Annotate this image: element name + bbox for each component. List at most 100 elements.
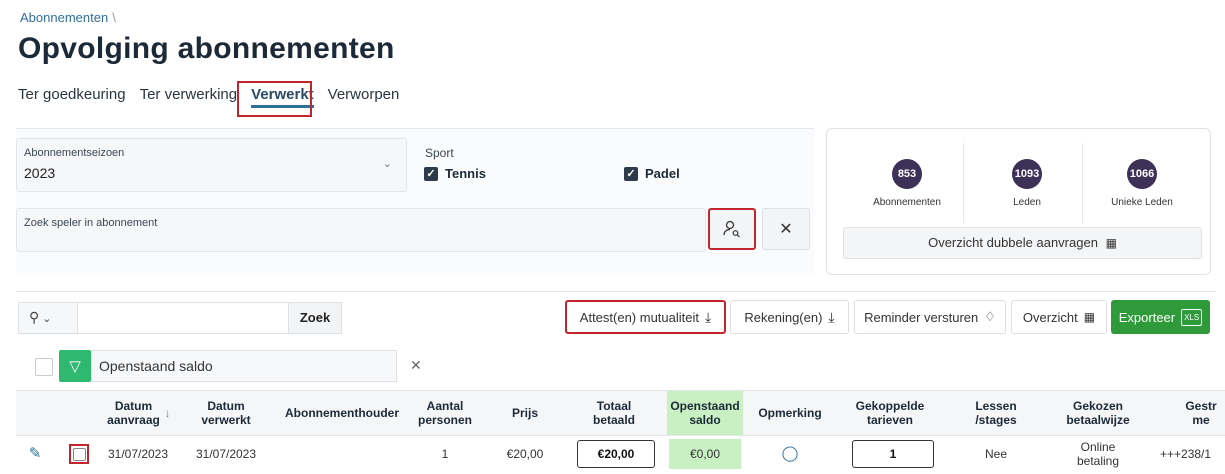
col-label: Abonnementhouder bbox=[285, 406, 399, 420]
col-gestr-me[interactable]: Gestr me bbox=[1166, 391, 1225, 435]
col-label: Gekoppelde tarieven bbox=[855, 399, 925, 427]
cell-lessen-stages: Nee bbox=[984, 447, 1007, 461]
dubbel-label: Overzicht dubbele aanvragen bbox=[928, 235, 1098, 250]
chevron-down-icon: ⌄ bbox=[382, 158, 392, 170]
stat-label: Leden bbox=[1013, 197, 1041, 208]
attest-label: Attest(en) mutualiteit bbox=[579, 309, 699, 325]
cell-gekoppelde-tarieven: 1 bbox=[848, 434, 938, 474]
cell-prijs: €20,00 bbox=[506, 447, 544, 461]
tarieven-count-box[interactable]: 1 bbox=[852, 440, 934, 468]
tab-bar: Ter goedkeuring Ter verwerking Verwerkt … bbox=[18, 86, 399, 108]
breadcrumb: Abonnementen \ bbox=[20, 10, 116, 25]
download-icon: ⤓ bbox=[705, 308, 712, 325]
season-select[interactable]: Abonnementseizoen 2023 ⌄ bbox=[16, 138, 407, 192]
season-value: 2023 bbox=[24, 165, 56, 181]
tab-ter-verwerking[interactable]: Ter verwerking bbox=[140, 86, 238, 108]
col-gekoppelde-tarieven[interactable]: Gekoppelde tarieven bbox=[844, 391, 936, 435]
overzicht-button[interactable]: Overzicht ▦ bbox=[1011, 300, 1107, 334]
cell-abonnementhouder bbox=[276, 434, 408, 474]
page-title: Opvolging abonnementen bbox=[18, 32, 395, 65]
xls-file-icon: XLS bbox=[1181, 308, 1203, 326]
table-header: Datum aanvraag ↓ Datum verwerkt Abonnemen… bbox=[16, 390, 1225, 436]
openstaand-saldo-value: €0,00 bbox=[669, 439, 741, 469]
col-datum-aanvraag[interactable]: Datum aanvraag ↓ bbox=[100, 391, 176, 435]
col-lessen-stages[interactable]: Lessen /stages bbox=[960, 391, 1032, 435]
active-filter-chip[interactable]: Openstaand saldo bbox=[91, 350, 397, 382]
col-gekozen-betaalwijze[interactable]: Gekozen betaalwijze bbox=[1052, 391, 1144, 435]
player-search-label: Zoek speler in abonnement bbox=[24, 217, 158, 229]
stats-panel: 853 Abonnementen 1093 Leden 1066 Unieke … bbox=[826, 128, 1211, 275]
col-label: Lessen /stages bbox=[975, 399, 1017, 427]
sort-icon: ↓ bbox=[164, 406, 171, 420]
search-icon: ⚲ bbox=[29, 309, 40, 325]
reminder-button[interactable]: Reminder versturen ♢ bbox=[854, 300, 1006, 334]
close-icon: ✕ bbox=[779, 221, 793, 238]
search-type-dropdown[interactable]: ⚲ ⌄ bbox=[18, 302, 78, 334]
zoek-button[interactable]: Zoek bbox=[288, 302, 342, 334]
filter-icon[interactable]: ▽ bbox=[59, 350, 91, 382]
col-label: Totaal betaald bbox=[592, 399, 635, 427]
sport-padel-label: Padel bbox=[645, 166, 680, 181]
cell-gestr-me: +++238/1 bbox=[1160, 447, 1212, 461]
exporteer-button[interactable]: Exporteer XLS bbox=[1111, 300, 1210, 334]
cell-totaal-betaald: €20,00 bbox=[576, 434, 656, 474]
attest-mutualiteit-button[interactable]: Attest(en) mutualiteit ⤓ bbox=[565, 300, 726, 334]
export-label: Exporteer bbox=[1118, 309, 1176, 325]
col-datum-verwerkt[interactable]: Datum verwerkt bbox=[188, 391, 264, 435]
overzicht-dubbele-aanvragen-button[interactable]: Overzicht dubbele aanvragen ▦ bbox=[843, 227, 1202, 259]
sport-tennis-checkbox[interactable]: ✓ Tennis bbox=[424, 166, 486, 181]
col-prijs[interactable]: Prijs bbox=[492, 391, 558, 435]
col-label: Gekozen betaalwijze bbox=[1066, 399, 1130, 427]
row-checkbox[interactable] bbox=[69, 444, 89, 464]
bell-icon: ♢ bbox=[984, 309, 996, 324]
col-label: Datum verwerkt bbox=[201, 399, 251, 427]
cell-openstaand-saldo: €0,00 bbox=[667, 434, 743, 474]
comment-icon[interactable]: ◯ bbox=[750, 434, 830, 474]
col-aantal-personen[interactable]: Aantal personen bbox=[412, 391, 478, 435]
stat-count-badge: 853 bbox=[892, 159, 922, 189]
col-abonnementhouder[interactable]: Abonnementhouder bbox=[276, 391, 408, 435]
col-totaal-betaald[interactable]: Totaal betaald bbox=[572, 391, 656, 435]
overzicht-label: Overzicht bbox=[1022, 309, 1078, 325]
totaal-betaald-box[interactable]: €20,00 bbox=[577, 440, 655, 468]
breadcrumb-separator: \ bbox=[112, 10, 116, 25]
clear-search-button[interactable]: ✕ bbox=[762, 208, 810, 250]
highlight-box bbox=[237, 81, 312, 117]
stat-count-badge: 1093 bbox=[1012, 159, 1042, 189]
cell-datum-verwerkt: 31/07/2023 bbox=[195, 447, 257, 461]
cell-datum-aanvraag: 31/07/2023 bbox=[107, 447, 169, 461]
rekening-label: Rekening(en) bbox=[744, 309, 823, 325]
download-icon: ⤓ bbox=[828, 308, 835, 325]
chevron-down-icon: ⌄ bbox=[42, 313, 52, 325]
sport-padel-checkbox[interactable]: ✓ Padel bbox=[624, 166, 680, 181]
divider bbox=[1082, 143, 1083, 223]
stat-label: Unieke Leden bbox=[1111, 197, 1173, 208]
table-row: ✎ 31/07/2023 31/07/2023 1 €20,00 €20,00 … bbox=[16, 434, 1225, 474]
divider bbox=[963, 143, 964, 223]
col-openstaand-saldo[interactable]: Openstaand saldo bbox=[667, 391, 743, 435]
col-label: Aantal personen bbox=[417, 399, 472, 427]
stat-count-badge: 1066 bbox=[1127, 159, 1157, 189]
table-search-icon: ▦ bbox=[1105, 236, 1117, 250]
cell-aantal-personen: 1 bbox=[441, 447, 449, 461]
reminder-label: Reminder versturen bbox=[864, 309, 979, 325]
check-icon: ✓ bbox=[624, 166, 638, 181]
edit-icon[interactable]: ✎ bbox=[22, 434, 48, 474]
user-search-button[interactable] bbox=[708, 208, 756, 250]
search-input[interactable] bbox=[77, 302, 289, 334]
select-all-checkbox[interactable] bbox=[35, 358, 53, 376]
table-icon: ▦ bbox=[1083, 310, 1096, 324]
col-label: Gestr me bbox=[1185, 399, 1217, 427]
rekening-button[interactable]: Rekening(en) ⤓ bbox=[730, 300, 849, 334]
close-icon[interactable]: ✕ bbox=[410, 357, 422, 374]
col-label: Datum aanvraag bbox=[107, 399, 160, 427]
season-label: Abonnementseizoen bbox=[24, 147, 125, 159]
col-label: Opmerking bbox=[758, 406, 822, 420]
tab-ter-goedkeuring[interactable]: Ter goedkeuring bbox=[18, 86, 126, 108]
player-search-field[interactable]: Zoek speler in abonnement bbox=[16, 208, 706, 252]
breadcrumb-link[interactable]: Abonnementen bbox=[20, 10, 108, 25]
col-opmerking[interactable]: Opmerking bbox=[750, 391, 830, 435]
tab-verworpen[interactable]: Verworpen bbox=[328, 86, 400, 108]
col-label: Openstaand saldo bbox=[670, 399, 740, 427]
stat-unieke-leden: 1066 Unieke Leden bbox=[1087, 159, 1197, 208]
